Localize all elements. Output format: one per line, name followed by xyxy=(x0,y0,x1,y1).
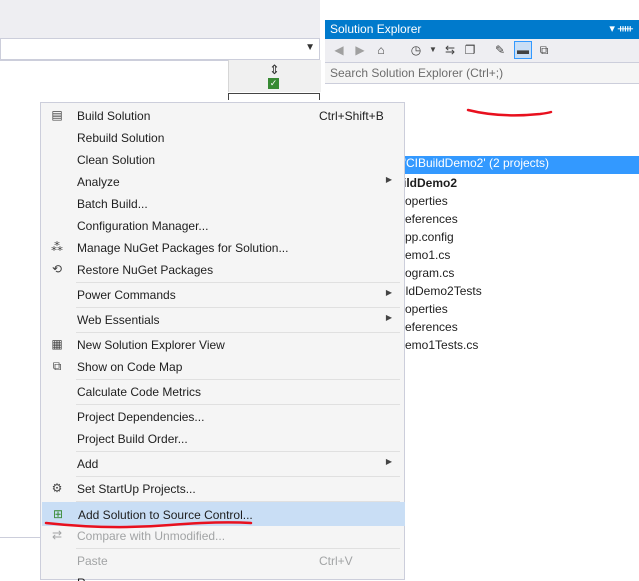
annotation-overlay xyxy=(44,108,553,529)
annotation-underline-add-to-source-control xyxy=(44,521,253,529)
annotation-underline-solution xyxy=(466,108,553,117)
